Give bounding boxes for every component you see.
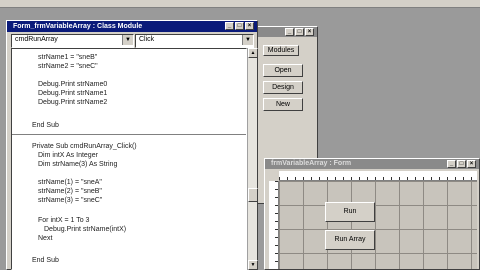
scroll-down-icon[interactable]: ▼ bbox=[248, 260, 258, 270]
code-window: Form_frmVariableArray : Class Module _ □… bbox=[6, 20, 258, 270]
maximize-icon[interactable]: □ bbox=[457, 160, 466, 168]
code-line: strName(1) = "sneA" bbox=[38, 179, 102, 186]
close-icon[interactable]: × bbox=[245, 22, 254, 30]
code-window-title: Form_frmVariableArray : Class Module bbox=[13, 23, 143, 30]
open-button-label: Open bbox=[274, 67, 292, 74]
code-line: For intX = 1 To 3 bbox=[38, 217, 90, 224]
code-line: strName2 = "sneC" bbox=[38, 63, 98, 70]
procedure-combo-value: Click bbox=[139, 36, 155, 43]
maximize-icon[interactable]: □ bbox=[295, 28, 304, 36]
code-line: strName(3) = "sneC" bbox=[38, 197, 103, 204]
scroll-thumb[interactable] bbox=[248, 188, 258, 202]
tab-modules-label: Modules bbox=[267, 47, 295, 54]
code-line: Dim intX As Integer bbox=[38, 152, 98, 159]
design-button[interactable]: Design bbox=[263, 81, 303, 94]
tab-modules[interactable]: Modules bbox=[263, 45, 299, 56]
vertical-ruler bbox=[269, 181, 279, 269]
new-button[interactable]: New bbox=[263, 98, 303, 111]
object-combo-value: cmdRunArray bbox=[15, 36, 58, 43]
procedure-separator bbox=[12, 134, 246, 135]
code-line: Debug.Print strName2 bbox=[38, 99, 108, 106]
procedure-combo[interactable]: Click ▼ bbox=[135, 34, 254, 48]
scroll-up-icon[interactable]: ▲ bbox=[248, 48, 258, 58]
run-button-label: Run bbox=[343, 208, 357, 215]
code-line: strName1 = "sneB" bbox=[38, 54, 98, 61]
code-line: Dim strName(3) As String bbox=[38, 161, 118, 168]
code-line: Debug.Print strName0 bbox=[38, 81, 108, 88]
chevron-down-icon[interactable]: ▼ bbox=[242, 35, 253, 45]
new-button-label: New bbox=[275, 101, 290, 108]
code-window-titlebar: Form_frmVariableArray : Class Module _ □… bbox=[7, 21, 257, 32]
vertical-scrollbar[interactable]: ▲ ▼ bbox=[247, 48, 258, 270]
form-detail-grid[interactable] bbox=[279, 181, 477, 269]
minimize-icon[interactable]: _ bbox=[225, 22, 234, 30]
design-button-label: Design bbox=[272, 84, 294, 91]
code-line: End Sub bbox=[32, 257, 59, 264]
run-array-button[interactable]: Run Array bbox=[325, 230, 375, 250]
minimize-icon[interactable]: _ bbox=[447, 160, 456, 168]
minimize-icon[interactable]: _ bbox=[285, 28, 294, 36]
code-editor[interactable]: strName1 = "sneB" strName2 = "sneC" Debu… bbox=[11, 48, 247, 270]
code-line: Debug.Print strName(intX) bbox=[44, 226, 127, 233]
horizontal-ruler bbox=[279, 171, 477, 181]
chevron-down-icon[interactable]: ▼ bbox=[122, 35, 133, 45]
form-window-title: frmVariableArray : Form bbox=[271, 160, 352, 167]
maximize-icon[interactable]: □ bbox=[235, 22, 244, 30]
close-icon[interactable]: × bbox=[305, 28, 314, 36]
code-line: End Sub bbox=[32, 122, 59, 129]
run-array-button-label: Run Array bbox=[334, 236, 366, 243]
close-icon[interactable]: × bbox=[467, 160, 476, 168]
open-button[interactable]: Open bbox=[263, 64, 303, 77]
code-line: Debug.Print strName1 bbox=[38, 90, 108, 97]
top-strip bbox=[0, 0, 480, 8]
form-window: frmVariableArray : Form _ □ × Run Run Ar… bbox=[264, 158, 480, 270]
run-button[interactable]: Run bbox=[325, 202, 375, 222]
code-line: Private Sub cmdRunArray_Click() bbox=[32, 143, 137, 150]
form-window-titlebar: frmVariableArray : Form _ □ × bbox=[265, 159, 479, 169]
object-combo[interactable]: cmdRunArray ▼ bbox=[11, 34, 134, 48]
code-line: Next bbox=[38, 235, 53, 242]
database-window-titlebar: _ □ × bbox=[251, 27, 317, 37]
code-line: strName(2) = "sneB" bbox=[38, 188, 102, 195]
